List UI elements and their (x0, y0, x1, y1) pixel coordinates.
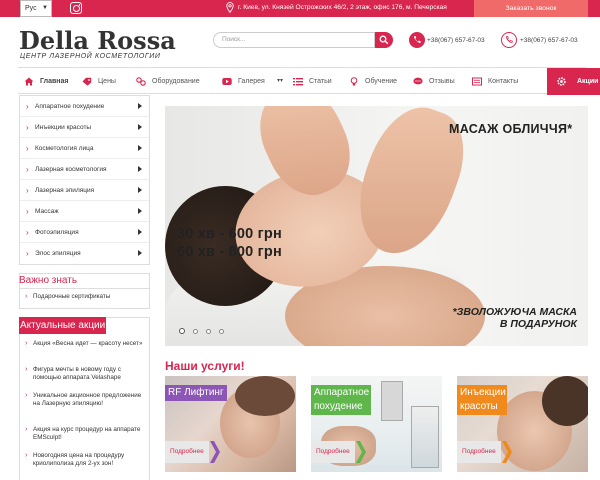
phone-icon (501, 32, 517, 48)
sidebar-item[interactable]: › Лазерная эпиляция (20, 180, 149, 201)
caret-right-icon (138, 103, 142, 109)
important-title: Важно знать (19, 275, 78, 286)
slider-dot[interactable] (206, 329, 211, 334)
equipment-icon (136, 77, 146, 86)
important-link[interactable]: › Подарочные сертификаты (25, 293, 145, 301)
caret-right-icon (138, 166, 142, 172)
service-card[interactable]: RF Лифтинг Подробнее (165, 376, 296, 472)
sidebar-item[interactable]: › Фотоэпиляция (20, 222, 149, 243)
service-photo-device (381, 381, 403, 421)
sidebar-item[interactable]: › Массаж (20, 201, 149, 222)
sidebar-item[interactable]: › Элос эпиляция (20, 243, 149, 264)
sidebar-item[interactable]: › Аппаратное похудение (20, 96, 149, 117)
search-button[interactable] (375, 32, 393, 48)
more-button[interactable]: Подробнее (165, 441, 209, 463)
chevron-right-icon: › (26, 144, 29, 153)
more-button[interactable]: Подробнее (311, 441, 355, 463)
search-input[interactable]: Поиск... (213, 32, 375, 48)
contacts-icon (472, 77, 482, 86)
slider-dot[interactable] (193, 329, 198, 334)
logo-subtitle: ЦЕНТР ЛАЗЕРНОЙ КОСМЕТОЛОГИИ (20, 53, 161, 60)
sidebar-menu: › Аппаратное похудение › Инъекции красоты … (19, 95, 150, 265)
language-value: Рус (25, 5, 37, 12)
promo-link[interactable]: › Акция на курс процедур на аппарате EMSc… (25, 426, 145, 442)
caret-right-icon (138, 208, 142, 214)
lightbulb-icon (350, 77, 358, 86)
instagram-icon[interactable] (70, 2, 82, 14)
chat-icon (413, 77, 423, 85)
slide-note: *ЗВОЛОЖУЮЧА МАСКА (452, 306, 577, 318)
list-icon (293, 78, 303, 86)
arrow-right-icon (356, 441, 366, 463)
chevron-right-icon: › (26, 249, 29, 258)
divider (19, 288, 150, 289)
promo-link[interactable]: › Акция «Весна идет — красоту несет» (25, 340, 145, 348)
chevron-right-icon: › (25, 366, 28, 373)
service-label: RF Лифтинг (165, 385, 227, 401)
promo-link[interactable]: › Уникальное акционное предложение на Лаз… (25, 392, 145, 408)
top-bar: Рус ▼ г. Киев, ул. Князей Острожских 46/… (0, 0, 600, 17)
logo[interactable]: Della Rossa (19, 26, 176, 55)
caret-right-icon (138, 145, 142, 151)
gear-icon (557, 77, 566, 86)
more-button[interactable]: Подробнее (457, 441, 501, 463)
main-nav: Главная Цены Оборудование Галерея ▾▾ Ста… (18, 67, 600, 95)
sidebar-item[interactable]: › Инъекции красоты (20, 117, 149, 138)
chevron-down-icon: ▼ (42, 5, 48, 11)
phone-number-1[interactable]: +38(067) 657-67-03 (427, 37, 485, 44)
chevron-right-icon: › (26, 207, 29, 216)
chevron-right-icon: › (26, 123, 29, 132)
service-label: Аппаратное похудение (311, 385, 371, 415)
caret-right-icon (138, 250, 142, 256)
chevron-right-icon: › (25, 452, 28, 459)
chevron-right-icon: › (26, 228, 29, 237)
callback-button[interactable]: Заказать звонок (474, 0, 588, 17)
sidebar-item[interactable]: › Косметология лица (20, 138, 149, 159)
chevron-right-icon: › (25, 392, 28, 399)
caret-right-icon (138, 187, 142, 193)
chevron-down-icon: ▾▾ (277, 78, 284, 84)
chevron-right-icon: › (25, 293, 28, 300)
promotions-title: Актуальные акции (19, 317, 107, 334)
nav-item-promotions[interactable]: Акции (547, 68, 600, 95)
slide-price: 60 хв - 800 грн (177, 244, 282, 260)
caret-right-icon (138, 124, 142, 130)
arrow-right-icon (502, 441, 512, 463)
service-photo-hair (235, 376, 295, 416)
chevron-right-icon: › (25, 426, 28, 433)
tag-icon (82, 77, 92, 86)
service-label: Инъекции красоты (457, 385, 507, 415)
chevron-right-icon: › (26, 102, 29, 111)
slide-note: В ПОДАРУНОК (499, 318, 577, 330)
address-text: г. Киев, ул. Князей Острожских 46/2, 2 э… (238, 4, 447, 11)
promo-link[interactable]: › Фигура мечты в новому году с помощью ап… (25, 366, 145, 382)
slider-dot[interactable] (219, 329, 224, 334)
slide-price: 30 хв - 600 грн (177, 226, 282, 242)
chevron-right-icon: › (26, 165, 29, 174)
service-card[interactable]: Инъекции красоты Подробнее (457, 376, 588, 472)
sidebar-item[interactable]: › Лазерная косметология (20, 159, 149, 180)
services-title: Наши услуги! (165, 359, 245, 373)
caret-right-icon (138, 229, 142, 235)
chevron-right-icon: › (26, 186, 29, 195)
language-select[interactable]: Рус ▼ (20, 0, 52, 17)
location-pin-icon (226, 2, 234, 13)
youtube-icon (222, 78, 232, 85)
slide-title: МАСАЖ ОБЛИЧЧЯ* (449, 122, 573, 136)
hero-slider[interactable]: МАСАЖ ОБЛИЧЧЯ* 30 хв - 600 грн 60 хв - 8… (165, 106, 588, 346)
service-photo-device (411, 406, 439, 468)
promo-link[interactable]: › Новогодняя цена на процедуру криолиполи… (25, 452, 145, 468)
home-icon (24, 77, 34, 86)
service-photo-hair (542, 376, 588, 426)
phone-number-2[interactable]: +38(067) 657-67-03 (520, 37, 578, 44)
service-card[interactable]: Аппаратное похудение Подробнее (311, 376, 442, 472)
slider-dot[interactable] (179, 328, 185, 334)
chevron-right-icon: › (25, 340, 28, 347)
search-icon (379, 35, 389, 45)
phone-icon (409, 32, 425, 48)
arrow-right-icon (210, 441, 220, 463)
